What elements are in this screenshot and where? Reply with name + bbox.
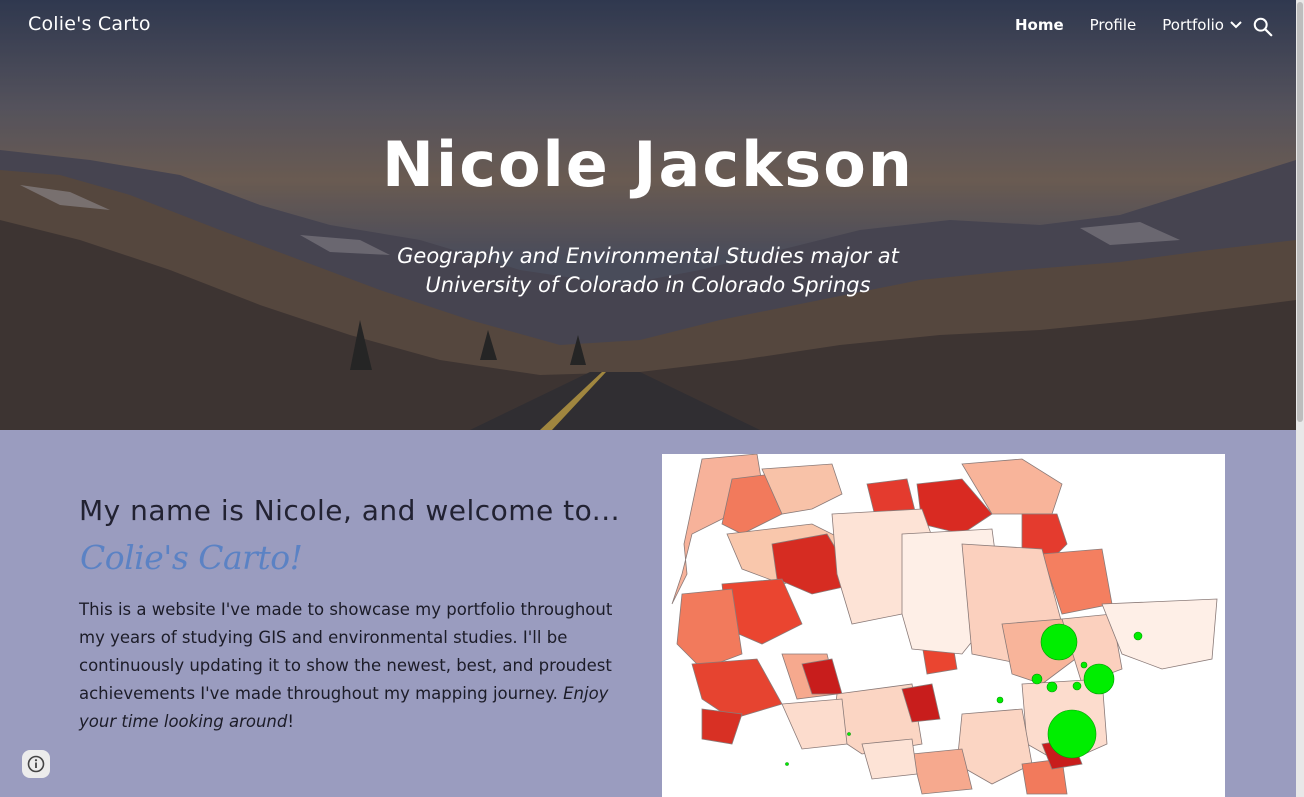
nav-portfolio-label[interactable]: Portfolio xyxy=(1162,16,1224,34)
brand-heading: Colie's Carto! xyxy=(80,538,303,577)
info-button[interactable] xyxy=(22,750,50,778)
hero-subtitle-line1: Geography and Environmental Studies majo… xyxy=(397,244,899,268)
scrollbar[interactable] xyxy=(1296,0,1304,797)
main-nav: Home Profile Portfolio xyxy=(1015,16,1242,34)
hero-banner: Colie's Carto Home Profile Portfolio Nic… xyxy=(0,0,1296,430)
scrollbar-thumb[interactable] xyxy=(1297,2,1303,422)
welcome-heading: My name is Nicole, and welcome to... xyxy=(79,494,620,527)
nav-portfolio[interactable]: Portfolio xyxy=(1162,16,1242,34)
intro-paragraph-text: This is a website I've made to showcase … xyxy=(79,600,613,703)
nav-profile[interactable]: Profile xyxy=(1090,16,1137,34)
site-title[interactable]: Colie's Carto xyxy=(28,13,151,35)
nav-home[interactable]: Home xyxy=(1015,16,1064,34)
intro-paragraph: This is a website I've made to showcase … xyxy=(79,596,624,736)
chevron-down-icon[interactable] xyxy=(1230,21,1242,29)
choropleth-map xyxy=(671,454,1218,795)
hero-subtitle-line2: University of Colorado in Colorado Sprin… xyxy=(425,273,871,297)
intro-paragraph-end: ! xyxy=(287,712,294,731)
intro-section: My name is Nicole, and welcome to... Col… xyxy=(0,430,1296,797)
hero-name: Nicole Jackson xyxy=(382,128,914,201)
search-icon[interactable] xyxy=(1252,16,1274,38)
portfolio-map-image xyxy=(662,454,1225,797)
info-icon[interactable] xyxy=(27,755,45,773)
hero-subtitle: Geography and Environmental Studies majo… xyxy=(0,242,1296,300)
